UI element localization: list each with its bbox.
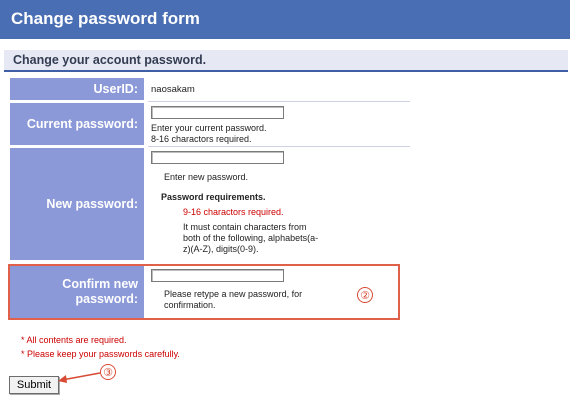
annotation-arrow — [58, 372, 101, 383]
annotation-marker-3: ③ — [100, 364, 116, 380]
arrow-head — [58, 375, 67, 383]
arrow-line — [61, 372, 101, 381]
